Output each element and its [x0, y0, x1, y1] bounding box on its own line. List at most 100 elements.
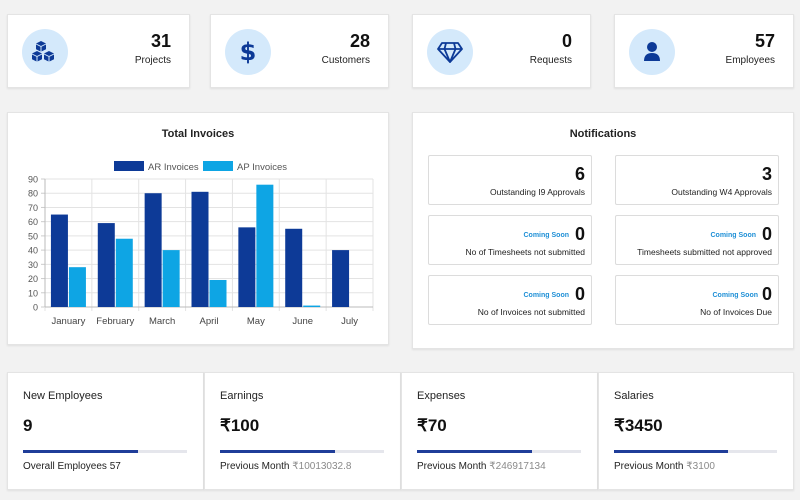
notif-value: 0: [574, 224, 585, 244]
notif-timesheets-not-submitted[interactable]: Coming Soon 0 No of Timesheets not submi…: [428, 215, 592, 265]
coming-soon-badge: Coming Soon: [523, 292, 570, 299]
dollar-icon: $: [225, 29, 271, 75]
y-tick-label: 50: [28, 231, 38, 241]
metric-value: ₹70: [417, 416, 447, 435]
notif-value: 0: [574, 284, 585, 304]
bar-ap: [303, 305, 321, 307]
metric-footer-label: Overall Employees 57: [23, 461, 121, 472]
notif-timesheets-not-approved[interactable]: Coming Soon 0 Timesheets submitted not a…: [615, 215, 779, 265]
progress-fill: [23, 450, 138, 453]
x-tick-label: February: [96, 316, 134, 327]
stat-value: 0: [561, 31, 572, 51]
stat-card-requests[interactable]: 0 Requests: [412, 14, 591, 88]
metric-footer-value: ₹10013032.8: [292, 461, 352, 472]
stat-label: Requests: [529, 55, 572, 66]
bar-ap: [209, 279, 227, 307]
bar-ar: [285, 228, 303, 307]
y-tick-label: 30: [28, 260, 38, 270]
metric-footer: Previous Month ₹3100: [614, 461, 715, 472]
notif-label: Outstanding I9 Approvals: [490, 187, 585, 197]
y-tick-label: 70: [28, 203, 38, 213]
metric-title: New Employees: [23, 390, 103, 402]
progress-bar: [220, 450, 384, 453]
stat-value: 57: [754, 31, 775, 51]
notif-invoices-due[interactable]: Coming Soon 0 No of Invoices Due: [615, 275, 779, 325]
x-tick-label: July: [341, 316, 358, 327]
notif-invoices-not-submitted[interactable]: Coming Soon 0 No of Invoices not submitt…: [428, 275, 592, 325]
y-tick-label: 0: [33, 303, 38, 313]
bar-ap: [68, 267, 86, 307]
notifications-card: Notifications 6 Outstanding I9 Approvals…: [412, 112, 794, 349]
metric-salaries: Salaries ₹3450 Previous Month ₹3100: [598, 372, 794, 490]
total-invoices-card: Total Invoices AR Invoices AP Invoices 0 10…: [7, 112, 389, 345]
notif-label: No of Invoices Due: [700, 307, 772, 317]
stat-label: Employees: [725, 55, 775, 66]
x-tick-label: April: [199, 316, 218, 327]
coming-soon-badge: Coming Soon: [523, 232, 570, 239]
user-icon: [629, 29, 675, 75]
progress-bar: [417, 450, 581, 453]
y-tick-label: 40: [28, 246, 38, 256]
bar-ap: [115, 238, 133, 307]
notif-i9-approvals[interactable]: 6 Outstanding I9 Approvals: [428, 155, 592, 205]
metric-footer-label: Previous Month: [614, 461, 684, 472]
stat-card-customers[interactable]: $ 28 Customers: [210, 14, 389, 88]
notif-value: 0: [761, 284, 772, 304]
bar-ap: [162, 250, 180, 307]
coming-soon-badge: Coming Soon: [710, 232, 757, 239]
metric-footer-label: Previous Month: [417, 461, 487, 472]
metric-footer: Previous Month ₹246917134: [417, 461, 546, 472]
bar-ar: [238, 227, 256, 307]
notif-value: 3: [761, 164, 772, 184]
metric-value: 9: [23, 416, 33, 435]
x-tick-label: May: [247, 316, 265, 327]
notifications-title: Notifications: [569, 128, 637, 140]
stat-card-employees[interactable]: 57 Employees: [614, 14, 794, 88]
invoices-bar-chart: AR Invoices AP Invoices 0 10 20 30 40 50 60 70 80 9…: [28, 161, 374, 327]
y-tick-label: 90: [28, 175, 38, 185]
stat-label: Projects: [134, 55, 171, 66]
bar-ar: [50, 214, 68, 307]
bar-ar: [191, 191, 209, 307]
metric-footer: Overall Employees 57: [23, 461, 121, 472]
metric-earnings: Earnings ₹100 Previous Month ₹10013032.8: [204, 372, 401, 490]
metric-footer-label: Previous Month: [220, 461, 290, 472]
stat-value: 31: [150, 31, 171, 51]
metric-title: Expenses: [417, 390, 466, 402]
metric-title: Salaries: [614, 390, 654, 402]
progress-fill: [417, 450, 532, 453]
metric-title: Earnings: [220, 390, 264, 402]
cubes-icon: [22, 29, 68, 75]
notif-value: 0: [761, 224, 772, 244]
notif-label: No of Invoices not submitted: [477, 307, 585, 317]
legend-label: AP Invoices: [237, 162, 287, 173]
y-tick-label: 60: [28, 217, 38, 227]
metric-footer: Previous Month ₹10013032.8: [220, 461, 351, 472]
notif-label: Outstanding W4 Approvals: [671, 187, 772, 197]
metric-footer-value: ₹3100: [686, 461, 715, 472]
bar-ar: [144, 193, 162, 307]
x-tick-label: June: [292, 316, 313, 327]
legend-label: AR Invoices: [148, 162, 199, 173]
metric-new-employees: New Employees 9 Overall Employees 57: [7, 372, 204, 490]
bar-ap: [256, 184, 274, 307]
y-tick-label: 10: [28, 288, 38, 298]
stat-card-projects[interactable]: 31 Projects: [7, 14, 190, 88]
legend-swatch: [203, 161, 233, 171]
progress-fill: [220, 450, 335, 453]
notif-label: Timesheets submitted not approved: [637, 247, 772, 257]
x-tick-label: March: [149, 316, 175, 327]
coming-soon-badge: Coming Soon: [712, 292, 759, 299]
progress-bar: [23, 450, 187, 453]
metric-footer-value: ₹246917134: [489, 461, 546, 472]
notif-value: 6: [574, 164, 585, 184]
legend-swatch: [114, 161, 144, 171]
metric-value: ₹100: [220, 416, 260, 435]
bar-ar: [97, 223, 115, 307]
stat-label: Customers: [321, 55, 370, 66]
diamond-icon: [427, 29, 473, 75]
y-tick-label: 80: [28, 189, 38, 199]
metric-expenses: Expenses ₹70 Previous Month ₹246917134: [401, 372, 598, 490]
progress-fill: [614, 450, 729, 453]
notif-w4-approvals[interactable]: 3 Outstanding W4 Approvals: [615, 155, 779, 205]
